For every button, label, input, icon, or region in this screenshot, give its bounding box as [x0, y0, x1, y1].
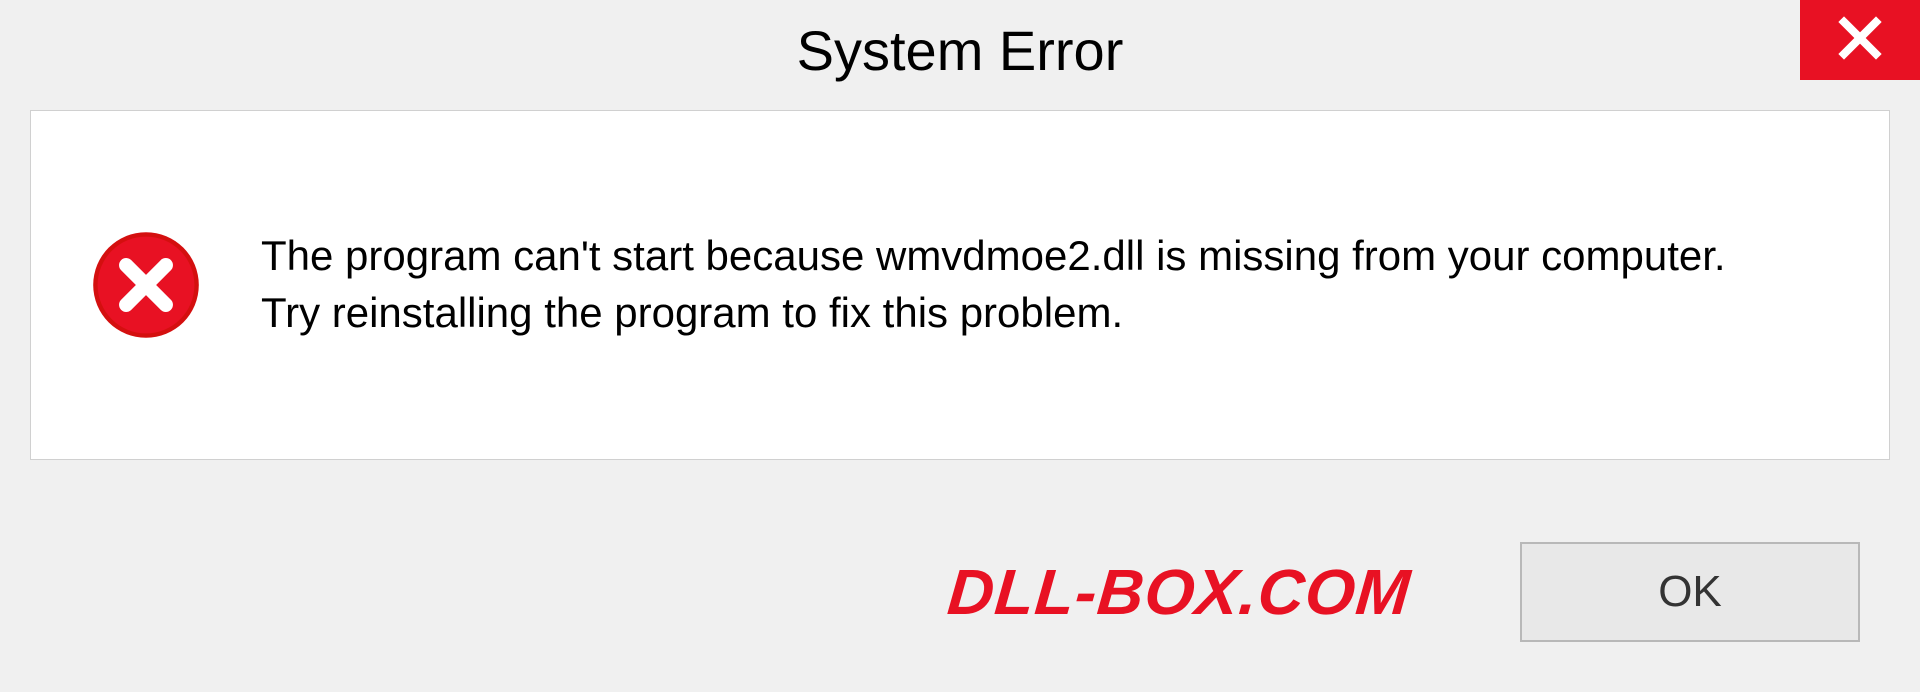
- content-panel: The program can't start because wmvdmoe2…: [30, 110, 1890, 460]
- error-dialog: System Error The program can't start bec…: [0, 0, 1920, 692]
- dialog-title: System Error: [797, 18, 1124, 83]
- watermark-text: DLL-BOX.COM: [944, 555, 1413, 629]
- ok-button[interactable]: OK: [1520, 542, 1860, 642]
- error-icon: [91, 230, 201, 340]
- titlebar: System Error: [0, 0, 1920, 100]
- footer: DLL-BOX.COM OK: [0, 542, 1920, 642]
- close-icon: [1836, 14, 1884, 67]
- close-button[interactable]: [1800, 0, 1920, 80]
- error-message: The program can't start because wmvdmoe2…: [261, 228, 1726, 341]
